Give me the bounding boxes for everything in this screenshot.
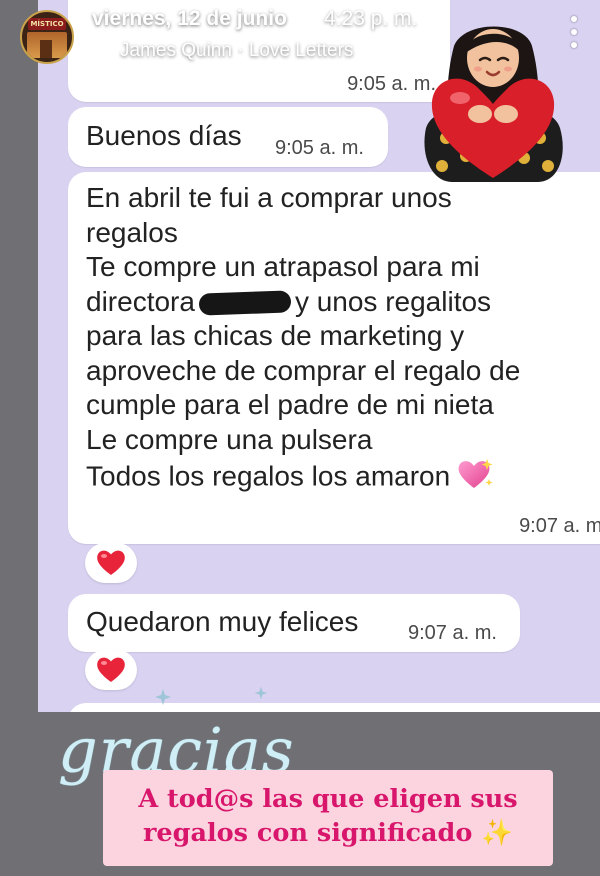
sparkling-heart-icon: [456, 457, 494, 500]
message-time: 9:07 a. m.: [408, 622, 497, 644]
avatar[interactable]: MÍSTICO: [20, 10, 74, 64]
music-attribution[interactable]: James Quinn · Love Letters: [120, 40, 353, 62]
message-text: En abril te fui a comprar unos regalos T…: [86, 181, 596, 500]
sparkle-icon: [155, 689, 171, 705]
heart-icon: [97, 657, 125, 682]
girl-hugging-heart-sticker: [424, 26, 563, 182]
heart-reaction: [85, 543, 137, 583]
redaction-mark: [198, 290, 292, 316]
heart-icon: [97, 550, 125, 575]
message-bubble: Buenos días 9:05 a. m.: [68, 107, 388, 167]
message-text: Quedaron muy felices: [86, 606, 359, 637]
message-text-part: para las chicas de marketing y aproveche…: [86, 320, 521, 492]
story-date[interactable]: viernes, 12 de junio: [92, 7, 287, 31]
avatar-sign: MÍSTICO: [28, 18, 66, 30]
message-time: 9:05 a. m.: [275, 137, 364, 159]
message-bubble: En abril te fui a comprar unos regalos T…: [68, 172, 600, 544]
message-time: 9:07 a. m.: [519, 515, 600, 537]
music-bars-icon: [94, 43, 109, 57]
banner-text: A tod@s las que eligen sus regalos con s…: [138, 784, 518, 848]
heart-reaction: [85, 650, 137, 690]
storefront-icon: [27, 32, 67, 58]
message-bubble: [68, 703, 600, 712]
story-viewer: 9:05 a. m. Buenos días 9:05 a. m. En abr…: [0, 0, 600, 876]
sparkle-icon: [254, 686, 268, 700]
message-banner-sticker: A tod@s las que eligen sus regalos con s…: [103, 770, 553, 866]
message-text: Buenos días: [86, 120, 242, 151]
message-bubble: Quedaron muy felices 9:07 a. m.: [68, 594, 520, 652]
story-time: 4:23 p. m.: [324, 7, 418, 30]
message-text-part: y unos regalitos: [294, 285, 492, 317]
